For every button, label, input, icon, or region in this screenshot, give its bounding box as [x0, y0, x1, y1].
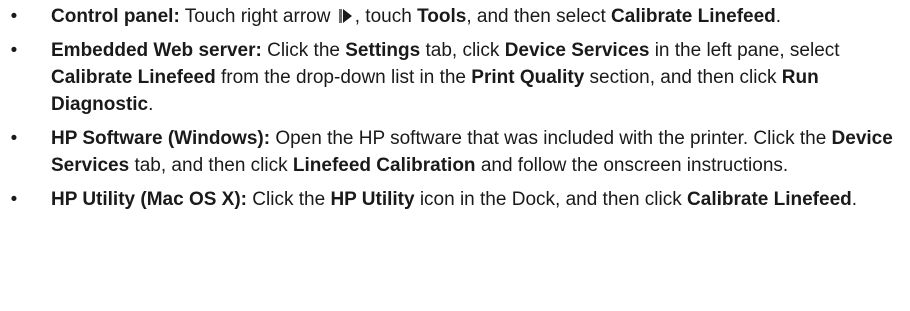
- list-item-embedded-web-server: • Embedded Web server: Click the Setting…: [0, 37, 910, 118]
- step-heading: HP Utility (Mac OS X):: [51, 189, 248, 210]
- step-text: in the left pane, select: [649, 40, 840, 61]
- ui-term: Tools: [417, 6, 467, 27]
- bullet: •: [10, 128, 18, 149]
- step-text: , and then select: [466, 6, 612, 27]
- instruction-list: • Control panel: Touch right arrow , tou…: [0, 3, 910, 213]
- list-item-hp-utility-mac: • HP Utility (Mac OS X): Click the HP Ut…: [0, 186, 910, 213]
- document-page: • Control panel: Touch right arrow , tou…: [0, 0, 910, 311]
- step-text: Click the: [261, 40, 346, 61]
- step-text: section, and then click: [584, 67, 782, 88]
- bullet: •: [10, 189, 18, 210]
- step-text: and follow the onscreen instructions.: [475, 155, 789, 176]
- step-heading: Embedded Web server:: [51, 40, 262, 61]
- step-text: , touch: [354, 6, 418, 27]
- ui-term: Device Services: [504, 40, 650, 61]
- list-item-control-panel: • Control panel: Touch right arrow , tou…: [0, 3, 910, 30]
- step-text: from the drop-down list in the: [215, 67, 472, 88]
- ui-term: Calibrate Linefeed: [687, 189, 852, 210]
- ui-term: Linefeed Calibration: [292, 155, 476, 176]
- step-text: tab, and then click: [129, 155, 293, 176]
- step-heading: HP Software (Windows):: [51, 128, 271, 149]
- step-text: Click the: [247, 189, 331, 210]
- ui-term: HP Utility: [330, 189, 415, 210]
- step-text: Touch right arrow: [179, 6, 336, 27]
- bullet: •: [10, 6, 18, 27]
- ui-term: Print Quality: [471, 67, 585, 88]
- step-text: tab, click: [420, 40, 505, 61]
- step-text: icon in the Dock, and then click: [414, 189, 688, 210]
- step-text: Open the HP software that was included w…: [270, 128, 832, 149]
- ui-term: Calibrate Linefeed: [51, 67, 216, 88]
- bullet: •: [10, 40, 18, 61]
- ui-term: Calibrate Linefeed: [611, 6, 776, 27]
- step-text: .: [775, 6, 782, 27]
- list-item-hp-software-windows: • HP Software (Windows): Open the HP sof…: [0, 125, 910, 179]
- step-text: .: [148, 94, 154, 115]
- step-heading: Control panel:: [51, 6, 180, 27]
- right-arrow-icon: [338, 9, 352, 23]
- step-text: .: [851, 189, 858, 210]
- ui-term: Settings: [345, 40, 421, 61]
